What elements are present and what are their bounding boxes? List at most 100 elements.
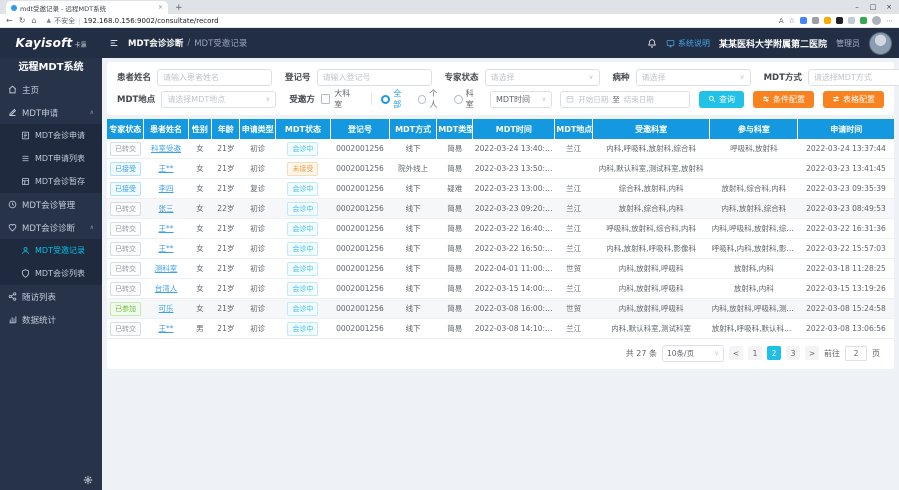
draft-icon: [21, 177, 30, 186]
sidebar-group-mdt-diagnosis[interactable]: MDT会诊诊断 ∧: [0, 216, 102, 239]
radio-all[interactable]: [381, 95, 390, 104]
table-row[interactable]: 已转交王**女21岁初诊会诊中0002001256线下简易2022-03-22 …: [107, 239, 894, 259]
sidebar-submenu-diagnosis: MDT受邀记录 MDT会诊列表: [0, 239, 102, 285]
mdt-location-select[interactable]: 请选择MDT地点∨: [161, 91, 276, 108]
app-header: Kayisoft 卡瀛 MDT会诊诊断 / MDT受邀记录 系统说明 某某医科大…: [0, 28, 899, 58]
extension-icon-black[interactable]: [836, 17, 843, 24]
extension-icon-orange[interactable]: [824, 17, 831, 24]
sidebar-item-label: 随访列表: [22, 291, 56, 303]
column-header: 受邀科室: [593, 119, 710, 139]
patient-name-link[interactable]: 王**: [159, 324, 174, 333]
condition-config-button[interactable]: 条件配置: [753, 91, 814, 108]
cell-mdt-status: 会诊中: [275, 139, 330, 159]
system-help-link[interactable]: 系统说明: [666, 38, 710, 49]
patient-name-link[interactable]: 张三: [159, 204, 174, 213]
reload-icon[interactable]: ↻: [19, 17, 26, 25]
patient-name-link[interactable]: 李四: [159, 184, 174, 193]
address-bar[interactable]: ▲ 不安全 | 192.168.0.156:9002/consultate/re…: [46, 16, 218, 26]
browser-profile-avatar[interactable]: [872, 16, 881, 25]
breadcrumb-parent[interactable]: MDT会诊诊断: [128, 37, 183, 49]
table-row[interactable]: 已转交王**男21岁初诊会诊中0002001256线下简易2022-03-08 …: [107, 319, 894, 339]
back-icon[interactable]: ←: [6, 17, 13, 25]
next-page-button[interactable]: >: [805, 346, 819, 360]
app-logo: Kayisoft 卡瀛: [0, 36, 102, 50]
sidebar-item-home[interactable]: 主页: [0, 78, 102, 101]
breadcrumb-current: MDT受邀记录: [194, 37, 247, 49]
patient-name-input[interactable]: 请输入患者姓名: [157, 69, 272, 86]
cell-mdt-mode: 线下: [389, 239, 436, 259]
dept-checkbox[interactable]: [321, 94, 330, 104]
sidebar-item-mdt-manage[interactable]: MDT会诊管理: [0, 193, 102, 216]
favorites-star-icon[interactable]: ☆: [789, 17, 795, 25]
radio-dept-label[interactable]: 科室: [466, 88, 481, 110]
page-button-1[interactable]: 1: [748, 346, 762, 360]
cell-patient-name: 王**: [144, 239, 188, 259]
table-row[interactable]: 已转交台湾人女21岁初诊会诊中0002001256线下简易2022-03-15 …: [107, 279, 894, 299]
browser-menu-icon[interactable]: ⋯: [886, 17, 893, 25]
table-row[interactable]: 已转交测科室女21岁初诊会诊中0002001256线下简易2022-04-01 …: [107, 259, 894, 279]
window-close-button[interactable]: ×: [881, 0, 897, 14]
read-aloud-icon[interactable]: A: [779, 17, 784, 25]
patient-name-link[interactable]: 测科室: [155, 264, 178, 273]
radio-personal-label[interactable]: 个人: [429, 88, 444, 110]
settings-gear-icon[interactable]: [83, 475, 93, 485]
table-row[interactable]: 已转交科室受邀女21岁初诊会诊中0002001256线下简易2022-03-24…: [107, 139, 894, 159]
radio-dept[interactable]: [454, 95, 463, 104]
goto-page-input[interactable]: 2: [845, 346, 867, 361]
table-row[interactable]: 已转交张三女22岁初诊会诊中0002001256线下简易2022-03-23 0…: [107, 199, 894, 219]
window-maximize-button[interactable]: □: [865, 0, 881, 14]
new-tab-button[interactable]: +: [175, 3, 183, 13]
dept-checkbox-label[interactable]: 大科室: [334, 88, 356, 110]
extension-icon-gray[interactable]: [812, 17, 819, 24]
prev-page-button[interactable]: <: [729, 346, 743, 360]
cell-mdt-location: 世贸: [555, 299, 593, 319]
page-button-3[interactable]: 3: [786, 346, 800, 360]
patient-name-link[interactable]: 科室受邀: [151, 144, 181, 153]
expert-status-select[interactable]: 请选择∨: [485, 69, 600, 86]
extension-icon-light[interactable]: [848, 17, 855, 24]
sidebar-item-data-statistics[interactable]: 数据统计: [0, 308, 102, 331]
table-row[interactable]: 已接受李四女21岁复诊会诊中0002001256线下疑难2022-03-23 1…: [107, 179, 894, 199]
register-no-input[interactable]: 请输入登记号: [317, 69, 432, 86]
date-range-picker[interactable]: 开始日期 至 结束日期: [560, 91, 690, 108]
patient-name-link[interactable]: 王**: [159, 244, 174, 253]
user-avatar[interactable]: [869, 32, 892, 55]
table-row[interactable]: 已参加可乐女21岁初诊会诊中0002001256线下简易2022-03-08 1…: [107, 299, 894, 319]
table-row[interactable]: 已接受王**女21岁初诊未接受0002001256院外线上简易2022-03-2…: [107, 159, 894, 179]
patient-name-link[interactable]: 可乐: [159, 304, 174, 313]
system-help-label: 系统说明: [678, 38, 710, 49]
extension-icon-green[interactable]: [860, 17, 867, 24]
sidebar-collapse-icon[interactable]: [109, 38, 119, 48]
page-size-select[interactable]: 10条/页∨: [662, 345, 724, 362]
search-button[interactable]: 查询: [699, 91, 744, 108]
patient-name-link[interactable]: 王**: [159, 224, 174, 233]
table-config-button[interactable]: 表格配置: [823, 91, 884, 108]
sidebar-item-mdt-draft[interactable]: MDT会诊暂存: [0, 170, 102, 193]
user-role[interactable]: 管理员: [836, 38, 860, 49]
browser-home-icon[interactable]: ⌂: [31, 17, 36, 25]
disease-select[interactable]: 请选择∨: [636, 69, 751, 86]
tab-favicon: [11, 5, 17, 11]
cell-invited-depts: 呼吸科,放射科,综合科,内科: [593, 219, 710, 239]
browser-tab[interactable]: mdt受邀记录 - 远程MDT系统 ×: [6, 1, 168, 14]
sidebar-item-followup-list[interactable]: 随访列表: [0, 285, 102, 308]
notification-bell-icon[interactable]: [647, 38, 657, 48]
extension-icon-blue[interactable]: [800, 17, 807, 24]
sidebar-group-mdt-apply[interactable]: MDT申请 ∧: [0, 101, 102, 124]
cell-mdt-status: 未接受: [275, 159, 330, 179]
window-minimize-button[interactable]: –: [849, 0, 865, 14]
sidebar-item-mdt-apply-list[interactable]: MDT申请列表: [0, 147, 102, 170]
main-content: 患者姓名 请输入患者姓名 登记号 请输入登记号 专家状态 请选择∨ 病种 请选择…: [102, 58, 899, 490]
sidebar-item-mdt-consult-apply[interactable]: MDT会诊申请: [0, 124, 102, 147]
mdt-mode-select[interactable]: 请选择MDT方式∨: [808, 69, 899, 86]
patient-name-link[interactable]: 台湾人: [155, 284, 178, 293]
tab-close-icon[interactable]: ×: [158, 4, 163, 11]
sidebar-item-mdt-consult-list[interactable]: MDT会诊列表: [0, 262, 102, 285]
radio-personal[interactable]: [418, 95, 427, 104]
patient-name-link[interactable]: 王**: [159, 164, 174, 173]
table-row[interactable]: 已转交王**女21岁初诊会诊中0002001256线下简易2022-03-22 …: [107, 219, 894, 239]
time-field-select[interactable]: MDT时间∨: [490, 91, 552, 108]
sidebar-item-mdt-invited-records[interactable]: MDT受邀记录: [0, 239, 102, 262]
radio-all-label[interactable]: 全部: [393, 88, 408, 110]
page-button-2-current[interactable]: 2: [767, 346, 781, 360]
